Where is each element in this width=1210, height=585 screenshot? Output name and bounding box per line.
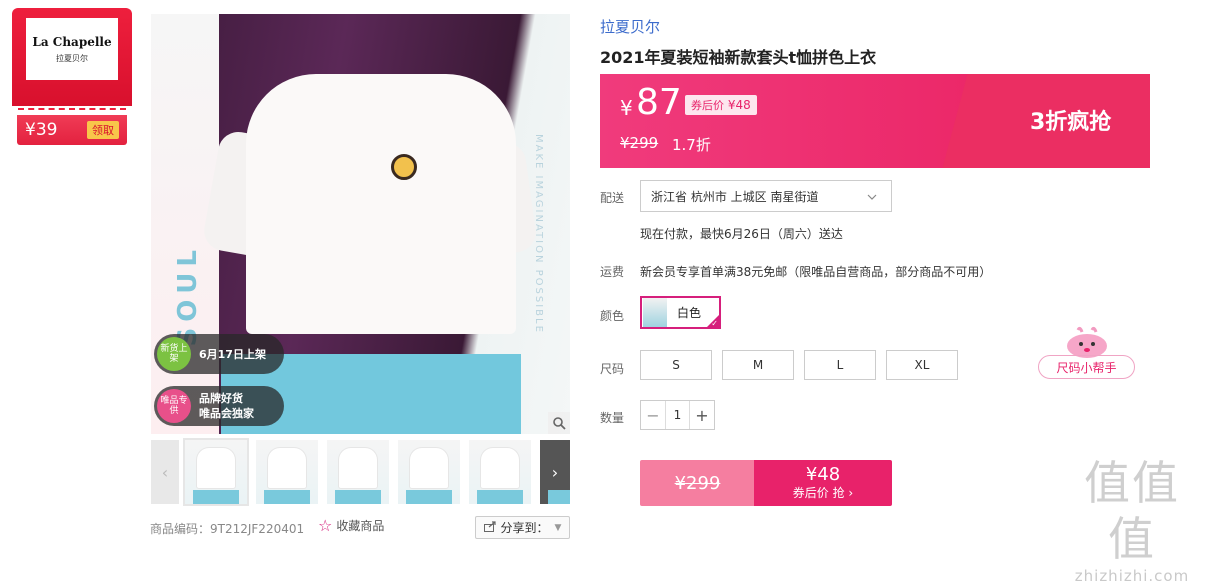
thumb-prev-button[interactable]: ‹ [151, 440, 179, 504]
claim-coupon-button[interactable]: 领取 [87, 121, 119, 139]
size-option-m[interactable]: M [722, 350, 794, 380]
star-icon: ☆ [318, 516, 333, 535]
color-label: 颜色 [600, 309, 625, 323]
brand-link[interactable]: 拉夏贝尔 [600, 16, 660, 37]
delivery-estimate: 现在付款，最快6月26日（周六）送达 [640, 227, 843, 241]
new-arrival-circle: 新货上架 [157, 337, 191, 371]
thumbnail-strip: ‹ › [151, 438, 570, 506]
quantity-stepper: − 1 + [640, 400, 715, 430]
size-option-l[interactable]: L [804, 350, 876, 380]
buy-coupon-price: ¥48 [805, 464, 841, 485]
size-option-xl[interactable]: XL [886, 350, 958, 380]
size-label: 尺码 [600, 362, 625, 376]
watermark-url: zhizhizhi.com [1074, 567, 1190, 585]
new-arrival-date: 6月17日上架 [199, 347, 266, 361]
brand-coupon[interactable]: La Chapelle 拉夏贝尔 ¥39 领取 [12, 8, 132, 146]
product-title: 2021年夏装短袖新款套头t恤拼色上衣 [600, 48, 877, 67]
favorite-button[interactable]: ☆ 收藏商品 [318, 516, 384, 535]
embroidery-graphic [391, 154, 417, 180]
magnifier-icon[interactable] [548, 412, 570, 434]
tshirt-graphic [246, 74, 516, 334]
favorite-label: 收藏商品 [336, 519, 385, 533]
brand-logo-cn: 拉夏贝尔 [56, 53, 88, 63]
checkmark-icon: ✓ [711, 319, 718, 328]
quantity-decrease-button[interactable]: − [641, 401, 665, 429]
thumbnail[interactable] [398, 440, 460, 504]
price-currency: ¥ [620, 96, 633, 120]
thumbnail[interactable] [183, 438, 249, 506]
brand-logo: La Chapelle 拉夏贝尔 [26, 18, 118, 80]
buy-with-coupon-button[interactable]: ¥48 券后价 抢 › [754, 460, 892, 506]
chevron-down-icon [867, 190, 877, 203]
delivery-label: 配送 [600, 191, 625, 205]
exclusive-text-line1: 品牌好货 [199, 392, 243, 405]
color-name: 白色 [677, 306, 702, 320]
thumbnail[interactable] [327, 440, 389, 504]
size-helper-button[interactable]: 尺码小帮手 [1038, 355, 1135, 379]
exclusive-circle: 唯品专供 [157, 389, 191, 423]
quantity-increase-button[interactable]: + [690, 401, 714, 429]
main-product-image[interactable]: SOUL MAKE IMAGINATION POSSIBLE 新货上架 6月17… [151, 14, 570, 434]
brand-logo-en: La Chapelle [32, 34, 112, 49]
chevron-down-icon: ▼ [554, 522, 562, 533]
size-option-s[interactable]: S [640, 350, 712, 380]
buy-coupon-action: 券后价 抢 › [792, 486, 854, 500]
discount-rate: 1.7折 [672, 136, 711, 154]
share-icon [483, 520, 497, 535]
address-select[interactable]: 浙江省 杭州市 上城区 南星街道 [640, 180, 892, 212]
coupon-footer: ¥39 领取 [17, 115, 127, 145]
exclusive-text: 品牌好货 唯品会独家 [199, 391, 254, 421]
share-label: 分享到： [500, 521, 549, 535]
exclusive-text-line2: 唯品会独家 [199, 407, 254, 420]
watermark-logo: 值值值 [1084, 456, 1180, 566]
shipping-label: 运费 [600, 265, 625, 279]
thumbnail[interactable] [469, 440, 531, 504]
promo-text: 3折疯抢 [1030, 110, 1112, 135]
shipping-note: 新会员专享首单满38元免邮（限唯品自营商品，部分商品不可用） [640, 265, 992, 279]
product-code: 商品编码：9T212JF220401 [150, 522, 305, 536]
coupon-divider [18, 108, 126, 110]
color-option-white[interactable]: 白色 ✓ [640, 296, 721, 329]
after-coupon-tag: 券后价 ¥48 [685, 95, 757, 115]
after-coupon-label: 券后价 [691, 99, 724, 112]
whale-mascot-icon [1067, 326, 1107, 358]
exclusive-badge: 唯品专供 品牌好货 唯品会独家 [154, 386, 284, 426]
thumbnail[interactable] [256, 440, 318, 504]
color-swatch [643, 298, 667, 327]
after-coupon-price: ¥48 [727, 98, 751, 112]
buy-original-price: ¥299 [640, 460, 755, 506]
coupon-header: La Chapelle 拉夏贝尔 [12, 8, 132, 106]
quantity-label: 数量 [600, 411, 625, 425]
image-vertical-text-left: SOUL [173, 244, 203, 347]
new-arrival-badge: 新货上架 6月17日上架 [154, 334, 284, 374]
site-watermark: 值值值 zhizhizhi.com [1062, 455, 1202, 585]
address-value: 浙江省 杭州市 上城区 南星街道 [651, 189, 819, 204]
coupon-price: ¥39 [25, 120, 58, 140]
current-price: 87 [636, 82, 682, 123]
share-dropdown[interactable]: 分享到： ▼ [475, 516, 570, 539]
original-price: ¥299 [620, 134, 659, 152]
price-panel: ¥ 87 券后价 ¥48 ¥299 1.7折 3折疯抢 [600, 74, 1150, 168]
quantity-input[interactable]: 1 [665, 401, 690, 429]
